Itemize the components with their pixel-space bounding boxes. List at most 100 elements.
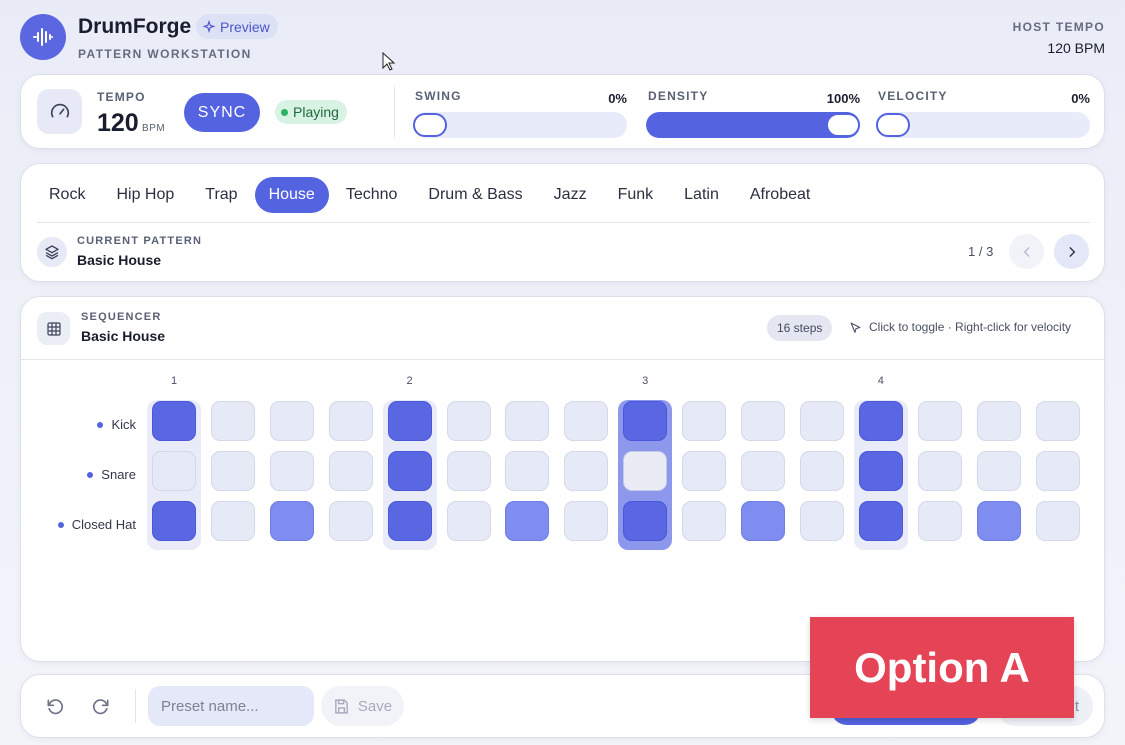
genre-tab-rock[interactable]: Rock [35,177,99,213]
redo-button[interactable] [89,695,113,719]
save-button[interactable]: Save [321,686,404,726]
tempo-value[interactable]: 120 [97,109,139,138]
app-logo [20,14,66,60]
swing-value: 0% [608,91,627,106]
step-cell[interactable] [505,451,550,491]
step-cell[interactable] [976,501,1021,541]
track-label[interactable]: Kick [97,417,136,432]
genre-tab-house[interactable]: House [254,177,329,213]
step-cell[interactable] [328,501,373,541]
undo-button[interactable] [43,695,67,719]
swing-thumb[interactable] [413,113,447,137]
genre-tab-funk[interactable]: Funk [604,177,668,213]
step-cell[interactable] [269,501,314,541]
velocity-label: VELOCITY [878,89,948,103]
step-cell[interactable] [917,501,962,541]
step-cell[interactable] [152,401,196,441]
step-cell[interactable] [210,451,255,491]
mouse-cursor-icon [382,52,396,71]
step-cell[interactable] [623,451,668,491]
step-cell[interactable] [210,501,255,541]
layers-icon-box [37,237,67,267]
next-pattern-button[interactable] [1054,234,1089,269]
step-cell[interactable] [505,501,550,541]
step-cell[interactable] [741,401,785,441]
sync-button[interactable]: SYNC [184,93,260,132]
step-cell[interactable] [387,501,432,541]
tempo-label: TEMPO [97,90,146,104]
step-cell[interactable] [328,401,373,441]
velocity-thumb[interactable] [876,113,910,137]
step-cell[interactable] [858,501,903,541]
preset-name-input[interactable] [148,686,314,726]
swing-label: SWING [415,89,462,103]
genre-tab-latin[interactable]: Latin [670,177,733,213]
step-cell[interactable] [623,401,668,441]
beat-number: 1 [170,375,178,387]
step-cell[interactable] [505,401,550,441]
step-cell[interactable] [976,401,1021,441]
playing-status-label: Playing [293,104,339,120]
genre-panel: Rock Hip Hop Trap House Techno Drum & Bass Jaz… [20,163,1105,282]
step-cell[interactable] [564,401,609,441]
step-cell[interactable] [858,451,903,491]
density-label: DENSITY [648,89,709,103]
step-cell[interactable] [564,451,609,491]
step-cell[interactable] [976,451,1021,491]
host-tempo-value: 120 BPM [1047,40,1105,56]
step-cell[interactable] [1035,501,1080,541]
step-cell[interactable] [799,501,844,541]
track-dot-icon [57,521,64,528]
genre-tab-hip-hop[interactable]: Hip Hop [102,177,188,213]
preview-badge: Preview [196,14,278,39]
grid-icon-box [37,312,70,345]
step-cell[interactable] [446,401,491,441]
step-cell[interactable] [917,451,962,491]
step-cell[interactable] [1035,401,1080,441]
genre-tab-drum-bass[interactable]: Drum & Bass [414,177,536,213]
step-cell[interactable] [328,451,373,491]
step-cell[interactable] [152,451,196,491]
step-cell[interactable] [858,401,903,441]
step-cell[interactable] [564,501,609,541]
pattern-page-count: 1 / 3 [968,244,994,259]
genre-tab-techno[interactable]: Techno [332,177,412,213]
step-cell[interactable] [1035,451,1080,491]
step-cell[interactable] [799,451,844,491]
step-cell[interactable] [682,501,727,541]
genre-tabs: Rock Hip Hop Trap House Techno Drum & Bass Jaz… [35,177,827,213]
step-cell[interactable] [446,501,491,541]
track-name: Kick [111,417,136,432]
step-cell[interactable] [917,401,962,441]
prev-pattern-button[interactable] [1009,234,1044,269]
host-tempo-label: HOST TEMPO [1012,20,1105,34]
step-cell[interactable] [682,401,727,441]
density-thumb[interactable] [826,113,860,137]
genre-tab-jazz[interactable]: Jazz [540,177,601,213]
step-cell[interactable] [210,401,255,441]
genre-tab-trap[interactable]: Trap [191,177,251,213]
track-label[interactable]: Snare [87,467,136,482]
track-dot-icon [87,471,94,478]
track-label[interactable]: Closed Hat [57,517,136,532]
step-cell[interactable] [387,451,432,491]
step-cell[interactable] [682,451,727,491]
step-cell[interactable] [799,401,844,441]
tempo-unit: BPM [142,123,166,134]
step-cell[interactable] [741,501,785,541]
step-cell[interactable] [387,401,432,441]
genre-tab-afrobeat[interactable]: Afrobeat [736,177,824,213]
density-value: 100% [826,91,860,106]
step-cell[interactable] [269,401,314,441]
undo-icon [47,699,64,715]
grid-icon [46,321,61,336]
step-cell[interactable] [269,451,314,491]
option-a-overlay[interactable]: Option A [810,617,1074,718]
step-cell[interactable] [623,501,668,541]
step-cell[interactable] [152,501,196,541]
step-cell[interactable] [741,451,785,491]
track-name: Closed Hat [71,517,136,532]
tempo-gauge-box [37,89,82,134]
step-cell[interactable] [446,451,491,491]
chevron-right-icon [1069,246,1075,257]
